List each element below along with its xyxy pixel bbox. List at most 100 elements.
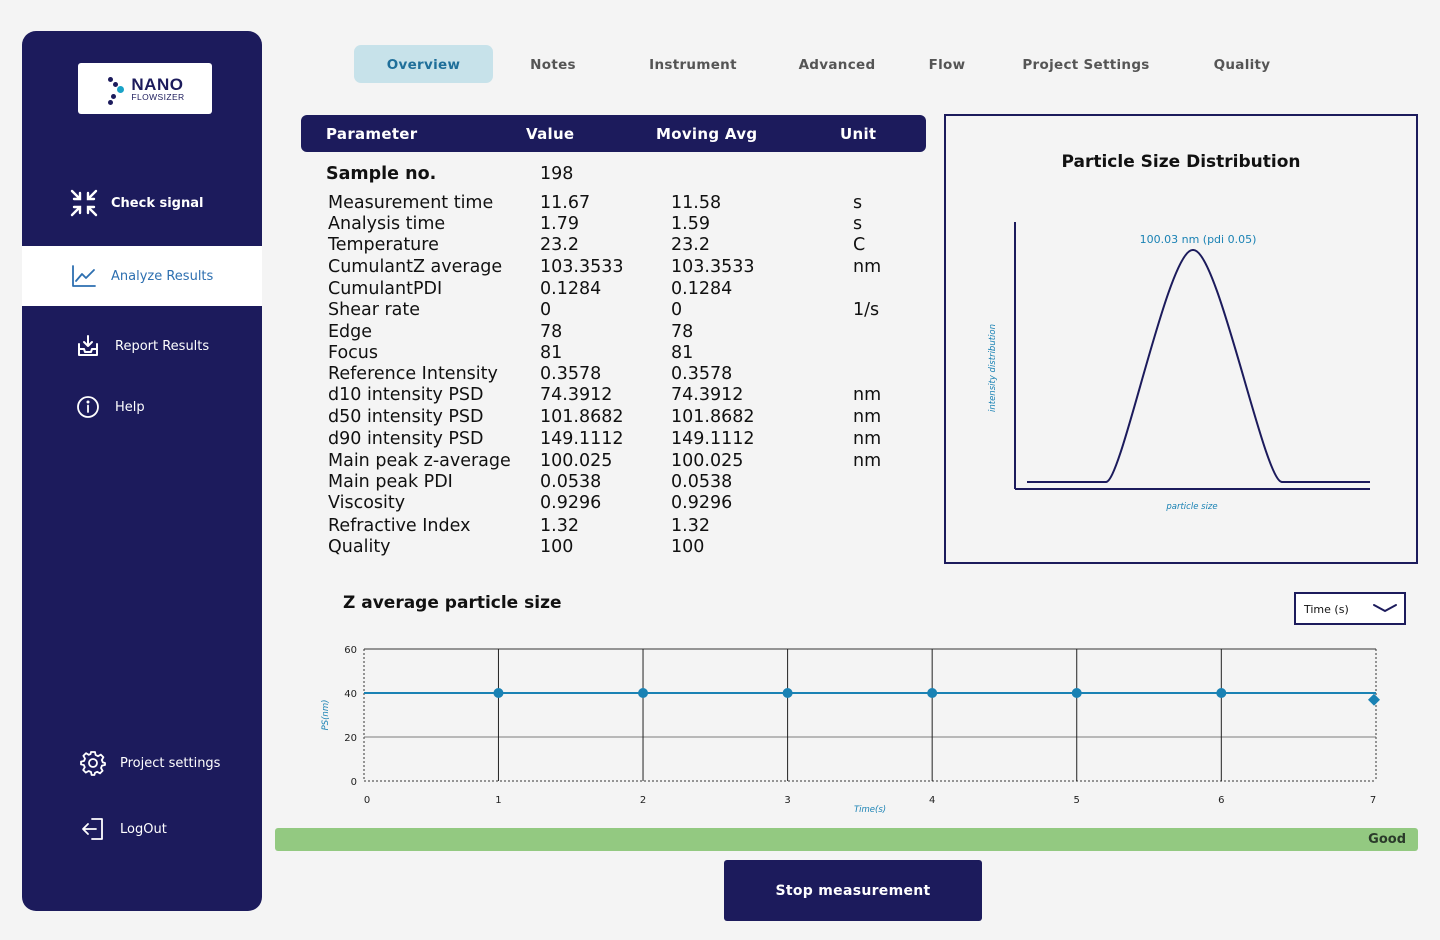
value-cell: 11.67 bbox=[540, 193, 591, 213]
param-cell: CumulantPDI bbox=[328, 279, 443, 299]
z-data-point-latest bbox=[1368, 693, 1380, 706]
param-cell: Viscosity bbox=[328, 493, 406, 513]
param-cell: Temperature bbox=[328, 235, 439, 255]
moving-avg-cell: 0.0538 bbox=[671, 472, 733, 492]
column-header-moving-avg: Moving Avg bbox=[656, 125, 758, 143]
z-x-tick-label: 3 bbox=[784, 795, 790, 806]
param-cell: d90 intensity PSD bbox=[328, 429, 484, 449]
sidebar-item-report-results[interactable]: Report Results bbox=[22, 316, 262, 376]
app-logo: NANO FLOWSIZER bbox=[78, 63, 212, 114]
param-cell: Main peak PDI bbox=[328, 472, 453, 492]
param-cell: d10 intensity PSD bbox=[328, 385, 484, 405]
inbox-download-icon bbox=[73, 331, 103, 361]
unit-cell: nm bbox=[853, 451, 882, 471]
unit-cell: nm bbox=[853, 257, 882, 277]
value-cell: 0.3578 bbox=[540, 364, 602, 384]
logo-mark-icon bbox=[105, 73, 127, 105]
z-x-tick-label: 0 bbox=[364, 795, 370, 806]
param-cell: Focus bbox=[328, 343, 378, 363]
sidebar-item-help[interactable]: Help bbox=[22, 377, 262, 437]
psd-panel: Particle Size Distribution 100.03 nm (pd… bbox=[944, 114, 1418, 564]
param-cell: Reference Intensity bbox=[328, 364, 498, 384]
value-cell: 0.9296 bbox=[540, 493, 602, 513]
z-y-tick-label: 0 bbox=[351, 777, 357, 788]
unit-cell: s bbox=[853, 193, 863, 213]
column-header-unit: Unit bbox=[840, 125, 877, 143]
z-data-point bbox=[638, 688, 649, 698]
logo-brand: NANO bbox=[131, 74, 184, 94]
tab-advanced[interactable]: Advanced bbox=[794, 45, 880, 83]
param-cell: Quality bbox=[328, 537, 391, 557]
unit-cell: 1/s bbox=[853, 300, 880, 320]
sidebar-item-logout[interactable]: LogOut bbox=[22, 799, 262, 859]
sidebar-item-label: Project settings bbox=[120, 755, 221, 771]
param-cell: Refractive Index bbox=[328, 516, 471, 536]
psd-peak-label: 100.03 nm (pdi 0.05) bbox=[1140, 233, 1257, 246]
z-data-point bbox=[927, 688, 938, 698]
value-cell: 0 bbox=[540, 300, 552, 320]
value-cell: 101.8682 bbox=[540, 407, 624, 427]
param-cell: Analysis time bbox=[328, 214, 446, 234]
table-header: Parameter Value Moving Avg Unit bbox=[301, 115, 926, 152]
gear-icon bbox=[78, 748, 108, 778]
sidebar-item-label: LogOut bbox=[120, 821, 167, 837]
z-ylabel: PS(nm) bbox=[321, 700, 331, 731]
compress-arrows-icon bbox=[69, 188, 99, 218]
moving-avg-cell: 78 bbox=[671, 322, 694, 342]
z-chart-title: Z average particle size bbox=[343, 593, 562, 613]
tab-flow[interactable]: Flow bbox=[922, 45, 972, 83]
unit-cell: nm bbox=[853, 429, 882, 449]
moving-avg-cell: 0.3578 bbox=[671, 364, 733, 384]
value-cell: 23.2 bbox=[540, 235, 579, 255]
psd-chart: 100.03 nm (pdi 0.05) intensity distribut… bbox=[988, 222, 1370, 512]
sidebar-item-check-signal[interactable]: Check signal bbox=[22, 173, 262, 233]
moving-avg-cell: 149.1112 bbox=[671, 429, 755, 449]
sample-no-label: Sample no. bbox=[326, 164, 437, 184]
logo-sub: FLOWSIZER bbox=[131, 91, 185, 102]
value-cell: 1.79 bbox=[540, 214, 579, 234]
param-cell: Main peak z-average bbox=[328, 451, 511, 471]
moving-avg-cell: 74.3912 bbox=[671, 385, 744, 405]
value-cell: 0.0538 bbox=[540, 472, 602, 492]
param-cell: Edge bbox=[328, 322, 373, 342]
sidebar-item-label: Report Results bbox=[115, 338, 210, 354]
value-cell: 78 bbox=[540, 322, 563, 342]
moving-avg-cell: 0.1284 bbox=[671, 279, 733, 299]
moving-avg-cell: 103.3533 bbox=[671, 257, 755, 277]
z-data-point bbox=[493, 688, 504, 698]
sidebar-item-project-settings[interactable]: Project settings bbox=[22, 733, 262, 793]
column-header-parameter: Parameter bbox=[326, 125, 418, 143]
tab-quality[interactable]: Quality bbox=[1206, 45, 1278, 83]
moving-avg-cell: 11.58 bbox=[671, 193, 722, 213]
moving-avg-cell: 81 bbox=[671, 343, 694, 363]
sidebar-item-label: Help bbox=[115, 399, 145, 415]
unit-cell: C bbox=[853, 235, 866, 255]
sample-no-value: 198 bbox=[540, 164, 574, 184]
stop-measurement-button[interactable]: Stop measurement bbox=[724, 860, 982, 921]
tab-instrument[interactable]: Instrument bbox=[644, 45, 742, 83]
value-cell: 0.1284 bbox=[540, 279, 602, 299]
z-data-point bbox=[1216, 688, 1227, 698]
moving-avg-cell: 1.32 bbox=[671, 516, 710, 536]
value-cell: 81 bbox=[540, 343, 563, 363]
z-y-tick-label: 20 bbox=[344, 733, 357, 744]
unit-cell: s bbox=[853, 214, 863, 234]
tab-project-settings[interactable]: Project Settings bbox=[1022, 45, 1150, 83]
unit-cell: nm bbox=[853, 385, 882, 405]
x-axis-select[interactable]: Time (s) bbox=[1294, 592, 1406, 625]
sidebar-item-analyze-results[interactable]: Analyze Results bbox=[22, 246, 262, 306]
param-cell: d50 intensity PSD bbox=[328, 407, 484, 427]
z-x-tick-label: 4 bbox=[929, 795, 935, 806]
z-data-point bbox=[782, 688, 793, 698]
tab-notes[interactable]: Notes bbox=[514, 45, 592, 83]
x-axis-select-value: Time (s) bbox=[1304, 603, 1349, 616]
moving-avg-cell: 100.025 bbox=[671, 451, 744, 471]
tab-overview[interactable]: Overview bbox=[354, 45, 493, 83]
moving-avg-cell: 1.59 bbox=[671, 214, 710, 234]
moving-avg-cell: 0 bbox=[671, 300, 683, 320]
param-cell: Measurement time bbox=[328, 193, 494, 213]
z-xlabel: Time(s) bbox=[854, 805, 886, 815]
value-cell: 103.3533 bbox=[540, 257, 624, 277]
z-x-tick-label: 7 bbox=[1370, 795, 1376, 806]
sidebar-item-label: Check signal bbox=[111, 195, 204, 211]
